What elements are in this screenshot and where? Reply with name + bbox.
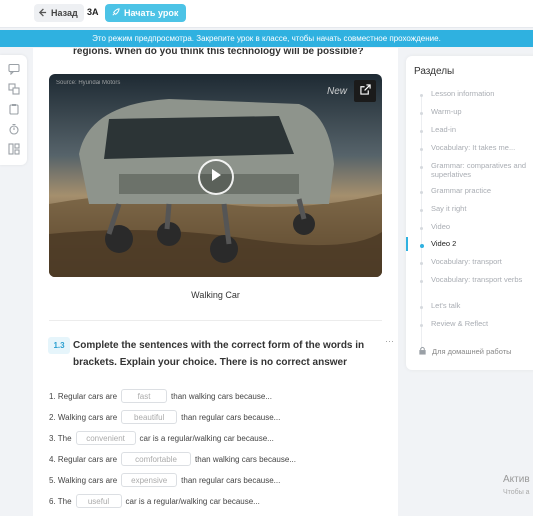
timer-icon[interactable] [6, 121, 22, 137]
left-toolbar [0, 55, 27, 165]
answer-blank[interactable]: comfortable [121, 452, 192, 466]
sentence-4: 4. Regular cars are comfortable than wal… [49, 449, 296, 469]
section-item-lead-in[interactable]: Lead-in [406, 125, 533, 141]
section-label: Warm-up [431, 107, 462, 116]
video-source-label: Source: Hyundai Motors [56, 80, 121, 86]
task-number-badge: 1.3 [48, 337, 70, 354]
section-dot [420, 324, 423, 327]
video-caption: Walking Car [191, 290, 240, 300]
preview-banner: Это режим предпросмотра. Закрепите урок … [0, 30, 533, 47]
sentence-suffix: than regular cars because... [181, 412, 281, 422]
section-dot [420, 262, 423, 265]
section-label: Lesson information [431, 89, 495, 98]
start-lesson-label: Начать урок [124, 8, 179, 18]
sentence-prefix: 1. Regular cars are [49, 391, 118, 401]
homework-label: Для домашней работы [432, 347, 512, 356]
lock-icon [418, 346, 427, 357]
section-dot [420, 94, 423, 97]
answer-blank[interactable]: expensive [121, 473, 178, 487]
section-item-grammar-comparatives[interactable]: Grammar: comparatives and superlatives [406, 161, 533, 183]
section-dot [420, 112, 423, 115]
section-item-vocabulary-it-takes-me[interactable]: Vocabulary: It takes me... [406, 143, 533, 159]
section-label: Review & Reflect [431, 319, 489, 328]
section-label: Vocabulary: It takes me... [431, 143, 516, 152]
section-dot [420, 148, 423, 151]
sentence-prefix: 5. Walking cars are [49, 475, 118, 485]
video-player[interactable]: Source: Hyundai Motors New [49, 74, 382, 277]
section-item-lesson-information[interactable]: Lesson information [406, 89, 533, 105]
homework-link[interactable]: Для домашней работы [418, 346, 512, 357]
section-item-vocabulary-transport[interactable]: Vocabulary: transport [406, 257, 533, 273]
start-lesson-button[interactable]: Начать урок [105, 4, 187, 22]
os-activation-subtitle: Чтобы а [503, 489, 530, 496]
sentence-3: 3. The convenient car is a regular/walki… [49, 428, 274, 448]
sentence-prefix: 2. Walking cars are [49, 412, 118, 422]
section-label: Vocabulary: transport verbs [431, 275, 523, 284]
arrow-left-icon [38, 7, 47, 19]
sentence-suffix: than regular cars because... [181, 475, 281, 485]
sections-title: Разделы [414, 66, 455, 77]
section-label: Say it right [431, 204, 467, 213]
section-item-grammar-practice[interactable]: Grammar practice [406, 186, 533, 202]
section-item-review-reflect[interactable]: Review & Reflect [406, 319, 533, 335]
section-dot [420, 227, 423, 230]
back-button-label: Назад [51, 8, 78, 18]
section-item-video[interactable]: Video [406, 222, 533, 238]
section-dot [420, 130, 423, 133]
back-button[interactable]: Назад [34, 4, 84, 22]
sentence-1: 1. Regular cars are fast than walking ca… [49, 386, 272, 406]
os-activation-title: Актив [503, 474, 530, 485]
section-item-video-2[interactable]: Video 2 [406, 239, 533, 255]
question-text: regions. When do you think this technolo… [73, 48, 364, 57]
section-divider [49, 320, 382, 321]
section-label: Video 2 [431, 239, 457, 248]
open-external-button[interactable] [354, 80, 376, 102]
sentence-prefix: 3. The [49, 433, 72, 443]
sentence-suffix: than walking cars because... [195, 454, 296, 464]
section-dot [420, 244, 424, 248]
section-item-say-it-right[interactable]: Say it right [406, 204, 533, 220]
section-dot [420, 191, 423, 194]
sentence-6: 6. The useful car is a regular/walking c… [49, 491, 260, 511]
layout-icon[interactable] [6, 141, 22, 157]
video-watermark: New [327, 86, 348, 97]
sections-panel: Разделы Lesson information Warm-up Lead-… [406, 56, 533, 370]
section-label: Grammar: comparatives and superlatives [431, 161, 527, 179]
answer-blank[interactable]: beautiful [121, 410, 178, 424]
sentence-prefix: 6. The [49, 496, 72, 506]
sentence-suffix: car is a regular/walking car because... [139, 433, 274, 443]
lesson-content: regions. When do you think this technolo… [33, 48, 398, 516]
section-label: Let's talk [431, 301, 461, 310]
section-dot [420, 280, 423, 283]
section-dot [420, 306, 423, 309]
rocket-icon [111, 7, 120, 19]
answer-blank[interactable]: convenient [75, 431, 136, 445]
answer-blank[interactable]: fast [121, 389, 168, 403]
section-item-lets-talk[interactable]: Let's talk [406, 301, 533, 317]
section-item-warm-up[interactable]: Warm-up [406, 107, 533, 123]
class-label: 3A [87, 7, 99, 17]
translate-icon[interactable] [6, 81, 22, 97]
play-button[interactable] [198, 159, 234, 195]
section-label: Grammar practice [431, 186, 492, 195]
sentence-2: 2. Walking cars are beautiful than regul… [49, 407, 280, 427]
sentence-5: 5. Walking cars are expensive than regul… [49, 470, 280, 490]
task-menu-button[interactable]: ··· [385, 336, 394, 346]
section-label: Vocabulary: transport [431, 257, 502, 266]
answer-blank[interactable]: useful [75, 494, 122, 508]
section-label: Video [431, 222, 451, 231]
section-item-vocabulary-transport-verbs[interactable]: Vocabulary: transport verbs [406, 275, 533, 297]
sentence-suffix: car is a regular/walking car because... [125, 496, 260, 506]
sentence-prefix: 4. Regular cars are [49, 454, 118, 464]
section-dot [420, 166, 423, 169]
external-link-icon [359, 82, 371, 100]
play-icon [209, 168, 223, 187]
chat-icon[interactable] [6, 61, 22, 77]
task-title: Complete the sentences with the correct … [73, 340, 365, 368]
clipboard-icon[interactable] [6, 101, 22, 117]
sentence-suffix: than walking cars because... [171, 391, 272, 401]
section-dot [420, 209, 423, 212]
top-bar: Назад 3A Начать урок [0, 0, 533, 28]
section-label: Lead-in [431, 125, 457, 134]
